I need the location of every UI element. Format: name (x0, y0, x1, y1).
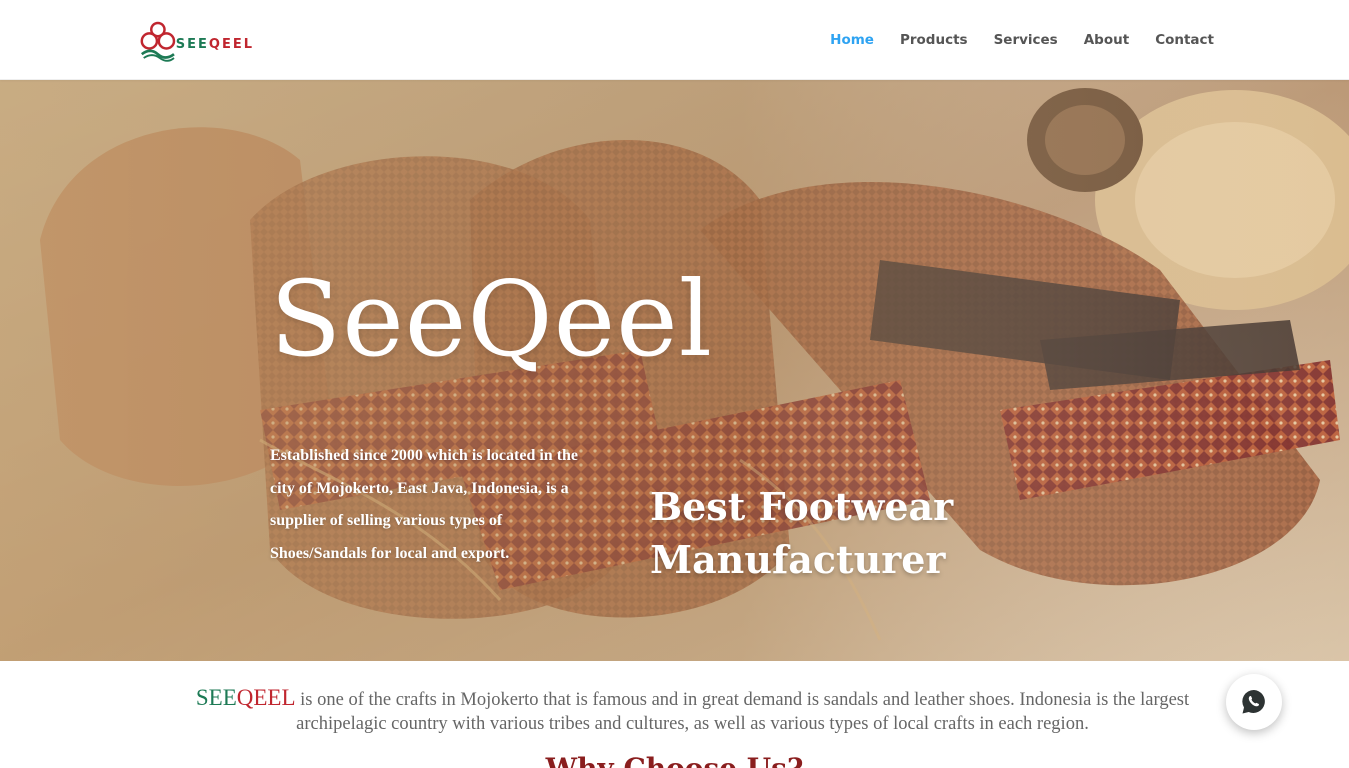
logo-qeel: QEEL (208, 36, 254, 52)
intro-brand-word: SEEQEEL (196, 685, 296, 710)
logo-see: SEE (175, 36, 209, 52)
hero-description: Established since 2000 which is located … (270, 447, 579, 562)
nav-home[interactable]: Home (830, 32, 874, 48)
hero-title: SeeQeel (270, 258, 713, 380)
site-logo[interactable]: SEEQEEL (138, 18, 254, 62)
hero-section: SeeQeel Established since 2000 which is … (0, 80, 1349, 661)
logo-mark-icon (140, 21, 176, 62)
logo-wordmark: SEEQEEL (176, 37, 254, 52)
hero-tagline: Best Footwear Manufacturer (650, 484, 954, 582)
nav-contact[interactable]: Contact (1155, 32, 1214, 48)
why-choose-us-heading: Why Choose Us? (0, 752, 1349, 768)
site-header: SEEQEEL Home Products Services About Con… (0, 0, 1349, 80)
nav-products[interactable]: Products (900, 32, 968, 48)
whatsapp-button[interactable] (1226, 674, 1282, 730)
intro-paragraph: SEEQEEL is one of the crafts in Mojokert… (170, 686, 1215, 736)
main-nav: Home Products Services About Contact (804, 0, 1214, 80)
intro-brand-see: SEE (195, 685, 237, 710)
intro-text: is one of the crafts in Mojokerto that i… (295, 690, 1190, 734)
intro-brand-qeel: QEEL (236, 685, 296, 710)
whatsapp-icon (1242, 689, 1265, 714)
nav-about[interactable]: About (1084, 32, 1129, 48)
nav-services[interactable]: Services (994, 32, 1058, 48)
